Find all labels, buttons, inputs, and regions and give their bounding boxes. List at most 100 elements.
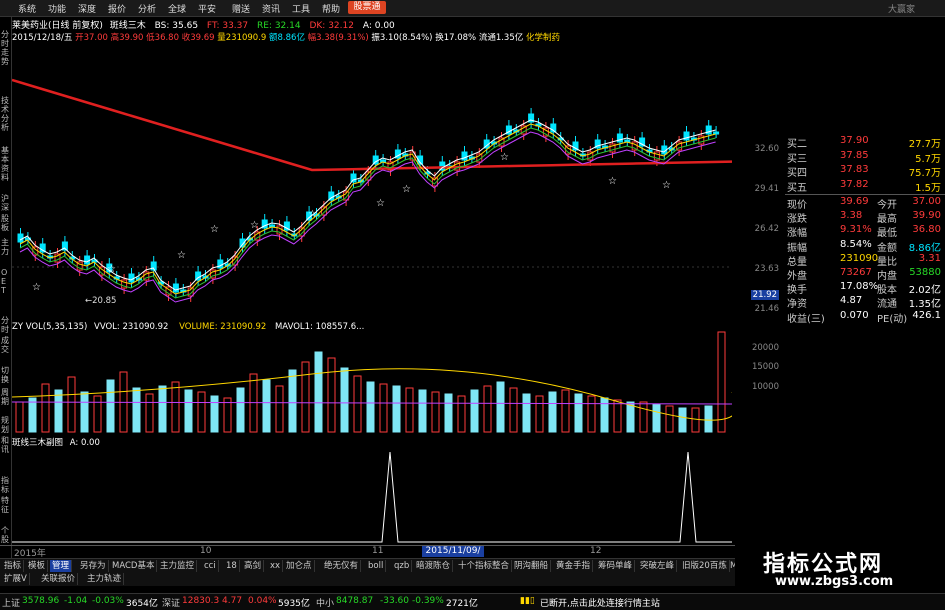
sh-pct: -0.03% bbox=[92, 596, 124, 606]
price-chart[interactable]: ☆ ☆ ☆ ☆ ☆ ☆ ☆ ☆ ☆ ☆ ☆ bbox=[12, 42, 732, 322]
menu-item[interactable]: 报价 bbox=[108, 2, 126, 15]
vvol-label: VVOL: 231090.92 bbox=[94, 322, 169, 332]
quote-row: 现价 39.69 今开 37.00 bbox=[785, 196, 945, 211]
menu-item[interactable]: 系统 bbox=[18, 2, 36, 15]
indicator-tab[interactable]: 管理 bbox=[50, 560, 73, 572]
volume-bar bbox=[639, 401, 648, 433]
volume-bar bbox=[561, 389, 570, 433]
menu-item[interactable]: 帮助 bbox=[322, 2, 340, 15]
indicator-tab[interactable]: 筹码单峰 bbox=[596, 560, 636, 572]
volume-bar bbox=[80, 391, 89, 433]
volume-bar bbox=[41, 383, 50, 433]
volume-chart[interactable] bbox=[12, 322, 732, 434]
quote-label: 金额 bbox=[877, 242, 897, 254]
indicator-tab[interactable]: 旧版20百炼 bbox=[680, 560, 730, 572]
ad-badge[interactable]: 股票通 bbox=[348, 1, 386, 14]
left-rail-item[interactable]: 切换 bbox=[1, 366, 10, 384]
volume-bar bbox=[340, 367, 349, 433]
indicator-tab[interactable]: 主力监控 bbox=[158, 560, 198, 572]
menu-item[interactable]: 工具 bbox=[292, 2, 310, 15]
left-rail-item[interactable]: 沪深 bbox=[1, 194, 10, 212]
candle-body bbox=[17, 233, 24, 243]
star-marker: ☆ bbox=[250, 220, 259, 231]
indicator-tab[interactable]: 绝无仅有 bbox=[322, 560, 362, 572]
bid-row: 买三 37.85 5.7万 bbox=[785, 150, 945, 165]
volume-bar bbox=[262, 379, 271, 433]
left-rail-item[interactable]: 和讯 bbox=[1, 436, 10, 454]
quote-value: 39.90 bbox=[912, 210, 941, 222]
left-rail-item[interactable]: 分时 bbox=[1, 316, 10, 334]
menu-item[interactable]: 功能 bbox=[48, 2, 66, 15]
indicator-tab[interactable]: 加仑点 bbox=[284, 560, 315, 572]
bid-volume: 27.7万 bbox=[908, 139, 941, 150]
indicator-tab[interactable]: qzb bbox=[392, 560, 413, 572]
indicator-tab[interactable]: 高剑 bbox=[242, 560, 265, 572]
volume-bar bbox=[496, 381, 505, 433]
volume-bar bbox=[93, 395, 102, 433]
sz-pct: 0.04% bbox=[248, 596, 277, 606]
volume-bar bbox=[444, 393, 453, 433]
menu-item[interactable]: 全球 bbox=[168, 2, 186, 15]
mavol-label: MAVOL1: 108557.6... bbox=[274, 322, 365, 332]
connection-indicator: ▮▮▯ bbox=[520, 596, 535, 606]
status-bar: 上证 3578.96 -1.04 -0.03% 3654亿 深证 12830.3… bbox=[0, 593, 945, 610]
menu-item[interactable]: 赠送 bbox=[232, 2, 250, 15]
left-rail-item[interactable]: 指标 bbox=[1, 476, 10, 494]
zx-amount: 2721亿 bbox=[446, 599, 478, 609]
indicator-tab[interactable]: 18 bbox=[224, 560, 240, 572]
left-rail-item[interactable]: 个股 bbox=[1, 526, 10, 544]
menu-item[interactable]: 分析 bbox=[138, 2, 156, 15]
indicator-tab[interactable]: 阴沟翻船 bbox=[512, 560, 552, 572]
indicator-tab[interactable]: cci bbox=[202, 560, 219, 572]
menu-item[interactable]: 资讯 bbox=[262, 2, 280, 15]
left-rail-item[interactable]: 周期 bbox=[1, 388, 10, 406]
low-price-label: ←20.85 bbox=[85, 296, 117, 306]
left-rail-item[interactable]: 规划 bbox=[1, 416, 10, 434]
indicator-tab-bar: 指标 模板 管理 另存为 MACD基本 主力监控 cci 18 高剑 xx 加仑点 绝无仅有 boll q… bbox=[0, 558, 808, 573]
indicator-tab[interactable]: 十个指标整合 bbox=[456, 560, 513, 572]
indicator-tab[interactable]: xx bbox=[268, 560, 284, 572]
indicator-tab[interactable]: 指标 bbox=[2, 560, 25, 572]
left-rail-item[interactable]: 基本资料 bbox=[1, 146, 10, 182]
price-tick: 32.60 bbox=[754, 144, 779, 154]
indicator-tab[interactable]: 暗渡陈仓 bbox=[414, 560, 454, 572]
bid-price: 37.85 bbox=[840, 149, 869, 161]
date-label-dec: 12 bbox=[590, 546, 602, 556]
volume-bar bbox=[67, 376, 76, 433]
volume-bar bbox=[587, 395, 596, 433]
quote-label: 量比 bbox=[877, 256, 897, 268]
volume-bar bbox=[717, 331, 726, 433]
indicator-tab[interactable]: boll bbox=[366, 560, 387, 572]
indicator-tab[interactable]: 黄金手指 bbox=[554, 560, 594, 572]
left-rail-item[interactable]: OET bbox=[1, 268, 10, 295]
indicator-tab[interactable]: 另存为 bbox=[78, 560, 109, 572]
left-rail-item[interactable]: 主力 bbox=[1, 238, 10, 256]
volume-bar bbox=[678, 407, 687, 433]
ft-value: FT: 33.37 bbox=[206, 21, 249, 31]
left-rail-item[interactable]: 特征 bbox=[1, 496, 10, 514]
quote-value: 0.070 bbox=[840, 309, 869, 321]
zx-pct: -0.39% bbox=[412, 596, 444, 606]
menu-right-label: 大赢家 bbox=[888, 5, 916, 15]
secondary-tab[interactable]: 关联报价 bbox=[39, 573, 79, 585]
left-rail-item[interactable]: 技术分析 bbox=[1, 96, 10, 132]
bid-price: 37.83 bbox=[840, 164, 869, 175]
indicator-tab[interactable]: 突破左峰 bbox=[638, 560, 678, 572]
secondary-tab[interactable]: 扩展V bbox=[2, 573, 30, 585]
candle-body bbox=[84, 255, 91, 265]
menu-item[interactable]: 深度 bbox=[78, 2, 96, 15]
indicator-chart[interactable] bbox=[12, 434, 732, 544]
connect-link[interactable]: 已断开,点击此处连接行情主站 bbox=[540, 596, 660, 609]
volume-bar bbox=[236, 387, 245, 433]
left-rail-item[interactable]: 分时走势 bbox=[1, 30, 10, 66]
left-rail-item[interactable]: 成交 bbox=[1, 336, 10, 354]
left-rail-item[interactable]: 股板 bbox=[1, 214, 10, 232]
star-marker: ☆ bbox=[177, 250, 186, 261]
secondary-tab[interactable]: 主力轨迹 bbox=[85, 573, 125, 585]
candle-body bbox=[350, 173, 357, 183]
menu-item[interactable]: 平安 bbox=[198, 2, 216, 15]
indicator-tab[interactable]: MACD基本 bbox=[110, 560, 158, 572]
quote-label: 股本 bbox=[877, 285, 897, 297]
star-marker: ☆ bbox=[210, 224, 219, 235]
indicator-tab[interactable]: 模板 bbox=[26, 560, 49, 572]
